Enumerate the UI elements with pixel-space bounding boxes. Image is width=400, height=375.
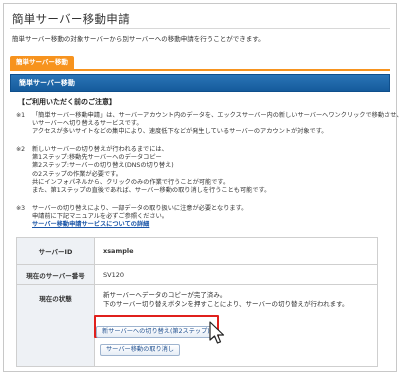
notice-mark: ※2: [16, 146, 26, 153]
notice-line: 共にインフォパネルから、クリックのみの作業で行うことが可能です。: [32, 178, 230, 186]
status-line: 下のサーバー切り替えボタンを押すことにより、サーバーの切り替えが行われます。: [103, 299, 349, 308]
notice-line: の2ステップの作業が必要です。: [32, 170, 122, 178]
tab-underline: [10, 69, 390, 71]
server-number-label: 現在のサーバー番号: [16, 264, 95, 285]
page-description: 簡単サーバー移動の対象サーバーから別サーバーへの移動申請を行うことができます。: [12, 35, 265, 43]
notice-line: サーバーの切り替えにより、一部データの取り扱いに注意が必要となります。: [32, 205, 248, 212]
tab-easy-server-move[interactable]: 簡単サーバー移動: [10, 56, 74, 69]
server-info-table: サーバーID xsample 現在のサーバー番号 SV120 現在の状態 新サー…: [16, 237, 378, 367]
notice-mark: ※3: [16, 205, 26, 212]
notice-line: 第2ステップ:サーバーの切り替え(DNSの切り替え): [32, 162, 174, 170]
notice-mark: ※1: [16, 112, 26, 119]
mouse-cursor-icon: [209, 321, 225, 344]
notice-line: 「簡単サーバー移動申請」は、サーバーアカウント内のデータを、エックスサーバー内の…: [32, 112, 400, 119]
section-title: 簡単サーバー移動: [19, 79, 75, 87]
title-divider: [10, 28, 390, 29]
server-id-value: xsample: [94, 237, 378, 265]
notice-line: 新しいサーバーの切り替えが行われるまでには、: [32, 146, 168, 153]
cancel-move-button[interactable]: サーバー移動の取り消し: [100, 344, 180, 356]
notice-line: アクセスが多いサイトなどの集中により、速度低下などが発生しているサーバーのアカウ…: [32, 128, 328, 136]
page-title: 簡単サーバー移動申請: [12, 12, 130, 26]
server-number-value: SV120: [94, 264, 378, 285]
notice-heading: 【ご利用いただく前のご注意】: [18, 98, 116, 106]
status-line: 新サーバーへデータのコピーが完了済み。: [103, 291, 227, 299]
table-row: 現在のサーバー番号 SV120: [16, 264, 378, 285]
table-row: サーバーID xsample: [16, 237, 378, 265]
notice-line: また、第1ステップの直後であれば、サーバー移動の取り消しを行うことも可能です。: [32, 187, 271, 195]
server-id-label: サーバーID: [16, 237, 95, 265]
status-label: 現在の状態: [16, 284, 95, 367]
section-header: 簡単サーバー移動: [10, 74, 390, 92]
manual-link[interactable]: サーバー移動申請サービスについての詳細: [32, 221, 149, 228]
